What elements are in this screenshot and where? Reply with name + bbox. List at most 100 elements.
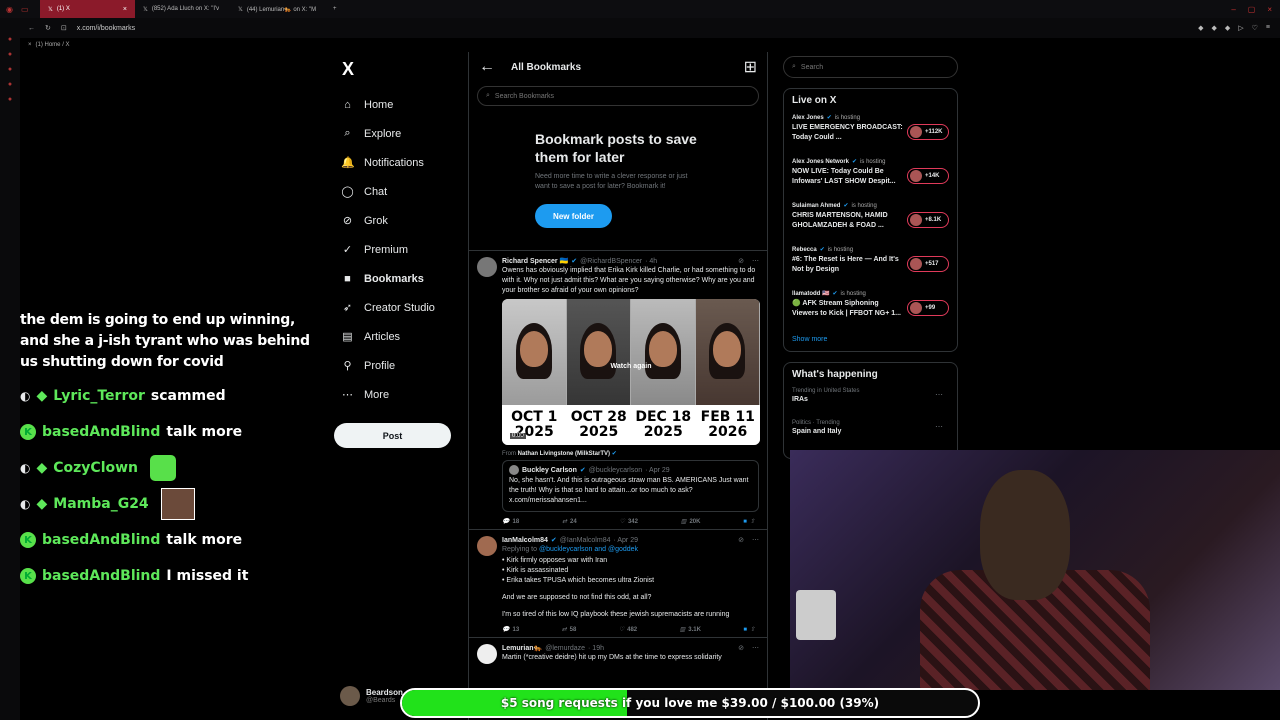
nav-item-home[interactable]: ⌂ Home <box>334 90 462 119</box>
extension-icon[interactable]: ◆ <box>1225 24 1230 32</box>
chat-icon: ◯ <box>341 186 354 198</box>
post-time[interactable]: · 19h <box>588 645 604 652</box>
author-handle[interactable]: @RichardBSpencer <box>580 258 642 265</box>
post[interactable]: IanMalcolm84 ✔ @IanMalcolm84 · Apr 29 ⊘ ⋯ Rep… <box>469 529 767 637</box>
post[interactable]: Lemurian🐅 @lemurdaze · 19h ⊘ ⋯ Martin (*crea… <box>469 637 767 668</box>
trend-item[interactable]: Trending in United States IRAs ⋯ <box>792 388 949 420</box>
new-tab-button[interactable]: + <box>325 0 341 18</box>
nav-label: Articles <box>364 330 401 343</box>
heart-icon[interactable]: ♡ <box>1252 24 1258 32</box>
author-handle[interactable]: @lemurdaze <box>545 645 585 652</box>
listener-count[interactable]: +8.1K <box>907 212 949 228</box>
bookmark-button[interactable]: ■ ⇧ <box>743 626 755 634</box>
url-field[interactable]: x.com/i/bookmarks <box>77 25 135 32</box>
browser-tab-active[interactable]: 𝕏 (1) X × <box>40 0 135 18</box>
nav-item-profile[interactable]: ⚲ Profile <box>334 351 462 380</box>
bookmark-button[interactable]: ■ ⇧ <box>743 518 755 526</box>
more-icon[interactable]: ⋯ <box>752 644 759 652</box>
rail-icon[interactable]: ● <box>8 81 12 88</box>
live-space-item[interactable]: Alex Jones Network ✔ is hosting NOW LIVE: T… <box>792 158 949 202</box>
nav-item-explore[interactable]: ⌕ Explore <box>334 119 462 148</box>
author-name[interactable]: IanMalcolm84 <box>502 537 548 544</box>
show-more-link[interactable]: Show more <box>792 336 949 343</box>
live-space-item[interactable]: Sulaiman Ahmed ✔ is hosting CHRIS MARTENSON… <box>792 202 949 246</box>
source-name[interactable]: Nathan Livingstone (MilkStarTV) <box>518 451 610 457</box>
reply-button[interactable]: 💬 18 <box>502 518 519 526</box>
avatar[interactable] <box>477 257 497 277</box>
new-folder-button[interactable]: New folder <box>535 204 612 228</box>
more-icon[interactable]: ⋯ <box>752 536 759 544</box>
views-button[interactable]: ▥ 20K <box>681 518 701 526</box>
browser-tab[interactable]: 𝕏 (44) Lemurian🐅 on X: "M <box>230 0 325 18</box>
nav-item-notifications[interactable]: 🔔 Notifications <box>334 148 462 177</box>
post-time[interactable]: · 4h <box>645 258 657 265</box>
search-bookmarks-input[interactable]: ⌕ Search Bookmarks <box>477 86 759 106</box>
like-button[interactable]: ♡ 342 <box>620 518 638 526</box>
more-icon[interactable]: ⋯ <box>935 422 943 431</box>
post[interactable]: Richard Spencer 🇺🇦 ✔ @RichardBSpencer · 4h ⊘… <box>469 250 767 529</box>
rail-icon[interactable]: ● <box>8 96 12 103</box>
author-name[interactable]: Richard Spencer 🇺🇦 <box>502 257 568 265</box>
more-icon[interactable]: ⋯ <box>752 257 759 265</box>
maximize-icon[interactable]: ▢ <box>1248 5 1256 14</box>
close-window-icon[interactable]: × <box>1267 5 1272 14</box>
grok-icon[interactable]: ⊘ <box>738 644 744 652</box>
minimize-icon[interactable]: – <box>1231 5 1235 14</box>
listener-count[interactable]: +99 <box>907 300 949 316</box>
author-name[interactable]: Lemurian🐅 <box>502 644 542 652</box>
menu-icon[interactable]: ≡ <box>1266 24 1270 32</box>
new-folder-icon[interactable]: ⊞ <box>744 57 757 77</box>
nav-item-articles[interactable]: ▤ Articles <box>334 322 462 351</box>
rail-icon[interactable]: ● <box>8 36 12 43</box>
more-icon[interactable]: ⋯ <box>935 390 943 399</box>
live-space-item[interactable]: llamatodd 🇺🇸 ✔ is hosting 🟢 AFK Stream Siph… <box>792 290 949 334</box>
sidebar-toggle-icon[interactable]: ▭ <box>21 5 29 14</box>
extension-icon[interactable]: ◆ <box>1198 24 1203 32</box>
grok-icon[interactable]: ⊘ <box>738 257 744 265</box>
avatar[interactable] <box>477 644 497 664</box>
nav-item-grok[interactable]: ⊘ Grok <box>334 206 462 235</box>
post-button[interactable]: Post <box>334 423 451 448</box>
watch-again-button[interactable]: Watch again <box>502 363 760 370</box>
repost-button[interactable]: ⇄ 24 <box>562 518 577 526</box>
nav-item-premium[interactable]: ✓ Premium <box>334 235 462 264</box>
author-handle[interactable]: @IanMalcolm84 <box>560 537 611 544</box>
listener-count[interactable]: +14K <box>907 168 949 184</box>
rail-icon[interactable]: ● <box>8 66 12 73</box>
rail-icon[interactable]: ● <box>8 51 12 58</box>
reply-button[interactable]: 💬 13 <box>502 626 519 634</box>
browser-tab[interactable]: 𝕏 (852) Ada Lluch on X: "I'v <box>135 0 230 18</box>
browser-menu[interactable]: ◉ ▭ <box>0 0 40 18</box>
quoted-post[interactable]: Buckley Carlson ✔ @buckleycarlson · Apr 29 … <box>502 460 759 512</box>
listener-count[interactable]: +112K <box>907 124 949 140</box>
extension-icon[interactable]: ◆ <box>1211 24 1216 32</box>
views-button[interactable]: ▥ 3.1K <box>680 626 701 634</box>
listener-count[interactable]: +517 <box>907 256 949 272</box>
close-tab-icon[interactable]: × <box>123 6 127 13</box>
nav-item-creator-studio[interactable]: ➶ Creator Studio <box>334 293 462 322</box>
browser-logo-icon[interactable]: ◉ <box>6 5 13 14</box>
play-icon[interactable]: ▷ <box>1238 24 1243 32</box>
live-space-item[interactable]: Rebecca ✔ is hosting #6: The Reset is Here … <box>792 246 949 290</box>
like-button[interactable]: ♡ 482 <box>619 626 637 634</box>
avatar[interactable] <box>477 536 497 556</box>
reply-mentions[interactable]: @buckleycarlson and @goddek <box>539 546 638 553</box>
site-info-icon[interactable]: ⊡ <box>61 24 67 32</box>
back-arrow-icon[interactable]: ← <box>479 58 495 76</box>
back-icon[interactable]: ← <box>28 25 35 32</box>
close-icon[interactable]: × <box>28 42 32 48</box>
video-player[interactable]: Watch again OCT 1 2025 OCT 28 2025 DEC 18 2… <box>502 299 760 445</box>
x-logo[interactable]: X <box>342 59 462 80</box>
nav-item-more[interactable]: ⋯ More <box>334 380 462 409</box>
nav-item-bookmarks[interactable]: ■ Bookmarks <box>334 264 462 293</box>
grok-icon[interactable]: ⊘ <box>738 536 744 544</box>
live-space-item[interactable]: Alex Jones ✔ is hosting LIVE EMERGENCY BROA… <box>792 114 949 158</box>
post-time[interactable]: · Apr 29 <box>613 537 638 544</box>
nav-item-chat[interactable]: ◯ Chat <box>334 177 462 206</box>
search-input[interactable]: ⌕ Search <box>783 56 958 78</box>
account-switcher[interactable]: Beardson @Beards <box>340 686 403 706</box>
repost-button[interactable]: ⇄ 58 <box>562 626 577 634</box>
trend-item[interactable]: Politics · Trending Spain and Italy ⋯ <box>792 420 949 452</box>
x-favicon-icon: 𝕏 <box>143 6 148 13</box>
reload-icon[interactable]: ↻ <box>45 24 51 32</box>
